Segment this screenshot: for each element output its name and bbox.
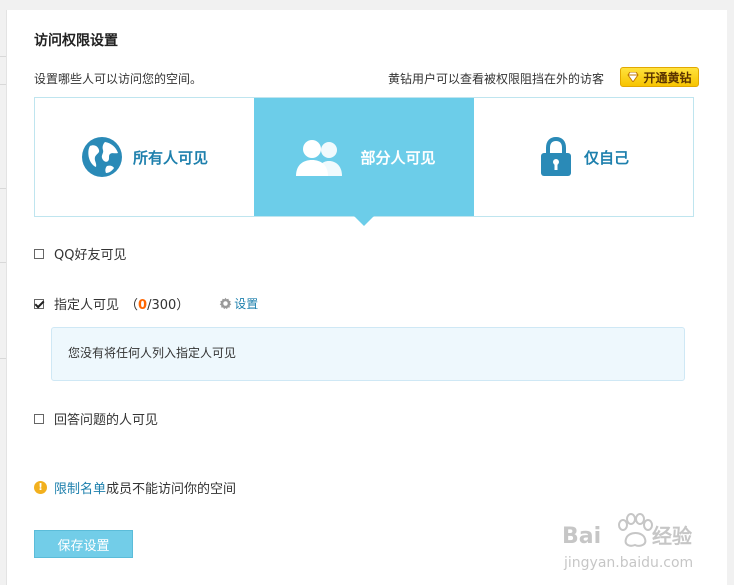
answer-label: 回答问题的人可见 (54, 413, 159, 428)
specified-empty-text: 您没有将任何人列入指定人可见 (68, 346, 237, 360)
restrict-text: 成员不能访问你的空间 (106, 482, 237, 497)
page-description: 设置哪些人可以访问您的空间。 (34, 72, 203, 86)
qq-friends-row: QQ好友可见 (34, 244, 126, 263)
specified-settings-label: 设置 (234, 297, 259, 311)
qq-friends-label: QQ好友可见 (54, 248, 127, 263)
option-everyone[interactable]: 所有人可见 (35, 98, 254, 216)
answer-row: 回答问题的人可见 (34, 409, 158, 428)
warning-icon: ! (34, 481, 47, 494)
watermark-brand: Bai (562, 524, 601, 549)
page-title: 访问权限设置 (34, 33, 118, 49)
option-only-me[interactable]: 仅自己 (474, 98, 693, 216)
people-icon (292, 136, 350, 178)
specified-row: 指定人可见 （0/300） 设置 (34, 294, 258, 313)
save-button[interactable]: 保存设置 (34, 530, 133, 558)
count-rest: /300） (147, 298, 190, 313)
answer-checkbox[interactable] (34, 413, 44, 424)
specified-list-box: 您没有将任何人列入指定人可见 (51, 327, 685, 381)
watermark-url: jingyan.baidu.com (563, 555, 693, 571)
specified-checkbox[interactable] (34, 298, 44, 309)
option-only-me-label: 仅自己 (583, 148, 629, 167)
qq-friends-checkbox[interactable] (34, 248, 44, 259)
restrict-list-link[interactable]: 限制名单 (54, 478, 106, 497)
specified-label: 指定人可见 (54, 298, 120, 313)
count-current: 0 (138, 298, 148, 313)
globe-icon (81, 136, 123, 178)
diamond-icon (627, 72, 640, 82)
option-some-people-label: 部分人可见 (360, 148, 436, 167)
specified-count: （0/300） (125, 294, 189, 313)
restrict-row: ! 限制名单 成员不能访问你的空间 (34, 478, 236, 497)
gear-icon (219, 297, 232, 310)
vip-tip: 黄钻用户可以查看被权限阻挡在外的访客 (387, 72, 604, 86)
baidu-jingyan-watermark: Bai 经验 jingyan.baidu.com (562, 513, 693, 571)
open-vip-button[interactable]: 开通黄钻 (620, 67, 699, 87)
option-everyone-label: 所有人可见 (132, 148, 208, 167)
specified-settings-link[interactable]: 设置 (219, 295, 258, 312)
option-some-people[interactable]: 部分人可见 (254, 98, 474, 226)
visibility-options: 所有人可见 部分人可见 仅自己 (34, 97, 694, 226)
watermark-brand-cn: 经验 (652, 524, 692, 548)
count-open: （ (125, 298, 139, 313)
lock-icon (538, 136, 574, 178)
selected-arrow (354, 216, 374, 226)
open-vip-label: 开通黄钻 (643, 70, 692, 85)
